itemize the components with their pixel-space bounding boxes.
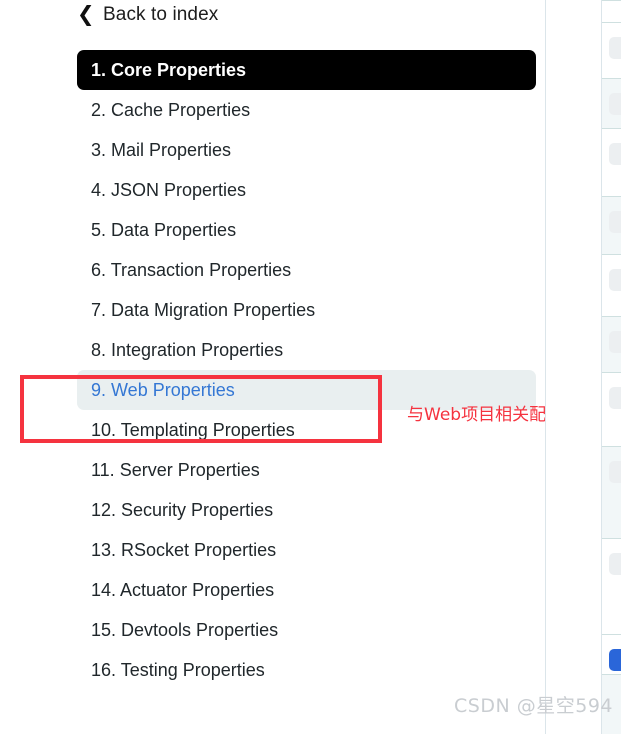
table-cell-content [609,461,621,483]
toc-item-12[interactable]: 12. Security Properties [77,490,536,530]
list-item: 16. Testing Properties [0,650,545,690]
toc-item-4[interactable]: 4. JSON Properties [77,170,536,210]
toc-item-14[interactable]: 14. Actuator Properties [77,570,536,610]
toc-item-5[interactable]: 5. Data Properties [77,210,536,250]
list-item: 12. Security Properties [0,490,545,530]
list-item: 8. Integration Properties [0,330,545,370]
table-of-contents: 1. Core Properties 2. Cache Properties 3. … [0,50,545,690]
back-to-index-label: Back to index [103,4,219,25]
list-item: 14. Actuator Properties [0,570,545,610]
list-item: 4. JSON Properties [0,170,545,210]
list-item: 5. Data Properties [0,210,545,250]
list-item: 1. Core Properties [0,50,545,90]
toc-item-6[interactable]: 6. Transaction Properties [77,250,536,290]
list-item: 15. Devtools Properties [0,610,545,650]
toc-item-1[interactable]: 1. Core Properties [77,50,536,90]
table-row [602,634,621,674]
toc-item-8[interactable]: 8. Integration Properties [77,330,536,370]
table-row [602,538,621,634]
table-cell-content [609,93,621,115]
document-column: ❮ Back to index 1. Core Properties 2. Cac… [0,0,545,734]
toc-item-15[interactable]: 15. Devtools Properties [77,610,536,650]
toc-item-16[interactable]: 16. Testing Properties [77,650,536,690]
table-row [602,22,621,78]
toc-item-11[interactable]: 11. Server Properties [77,450,536,490]
column-divider-left [545,0,546,734]
list-item: 13. RSocket Properties [0,530,545,570]
csdn-watermark: CSDN @星空594 [454,695,613,717]
list-item: 3. Mail Properties [0,130,545,170]
table-row [602,0,621,22]
toc-item-3[interactable]: 3. Mail Properties [77,130,536,170]
table-cell-content [609,387,621,409]
right-side-table-sliver [602,0,621,734]
screenshot-root: ❮ Back to index 1. Core Properties 2. Cac… [0,0,621,734]
chevron-left-icon: ❮ [77,3,95,26]
back-to-index-link[interactable]: ❮ Back to index [77,0,218,30]
list-item: 11. Server Properties [0,450,545,490]
table-row [602,78,621,128]
table-row [602,196,621,254]
table-row [602,316,621,372]
toc-item-2[interactable]: 2. Cache Properties [77,90,536,130]
table-row [602,446,621,538]
toc-item-7[interactable]: 7. Data Migration Properties [77,290,536,330]
annotation-note-text: 与Web项目相关配 [407,405,547,425]
table-row [602,128,621,196]
list-item: 7. Data Migration Properties [0,290,545,330]
table-cell-content [609,37,621,59]
table-cell-content [609,269,621,291]
toc-item-13[interactable]: 13. RSocket Properties [77,530,536,570]
table-cell-content [609,143,621,165]
table-cell-content [609,211,621,233]
table-row [602,372,621,446]
table-row [602,254,621,316]
table-cell-link[interactable] [609,649,621,671]
list-item: 2. Cache Properties [0,90,545,130]
table-cell-content [609,553,621,575]
table-cell-content [609,331,621,353]
list-item: 6. Transaction Properties [0,250,545,290]
